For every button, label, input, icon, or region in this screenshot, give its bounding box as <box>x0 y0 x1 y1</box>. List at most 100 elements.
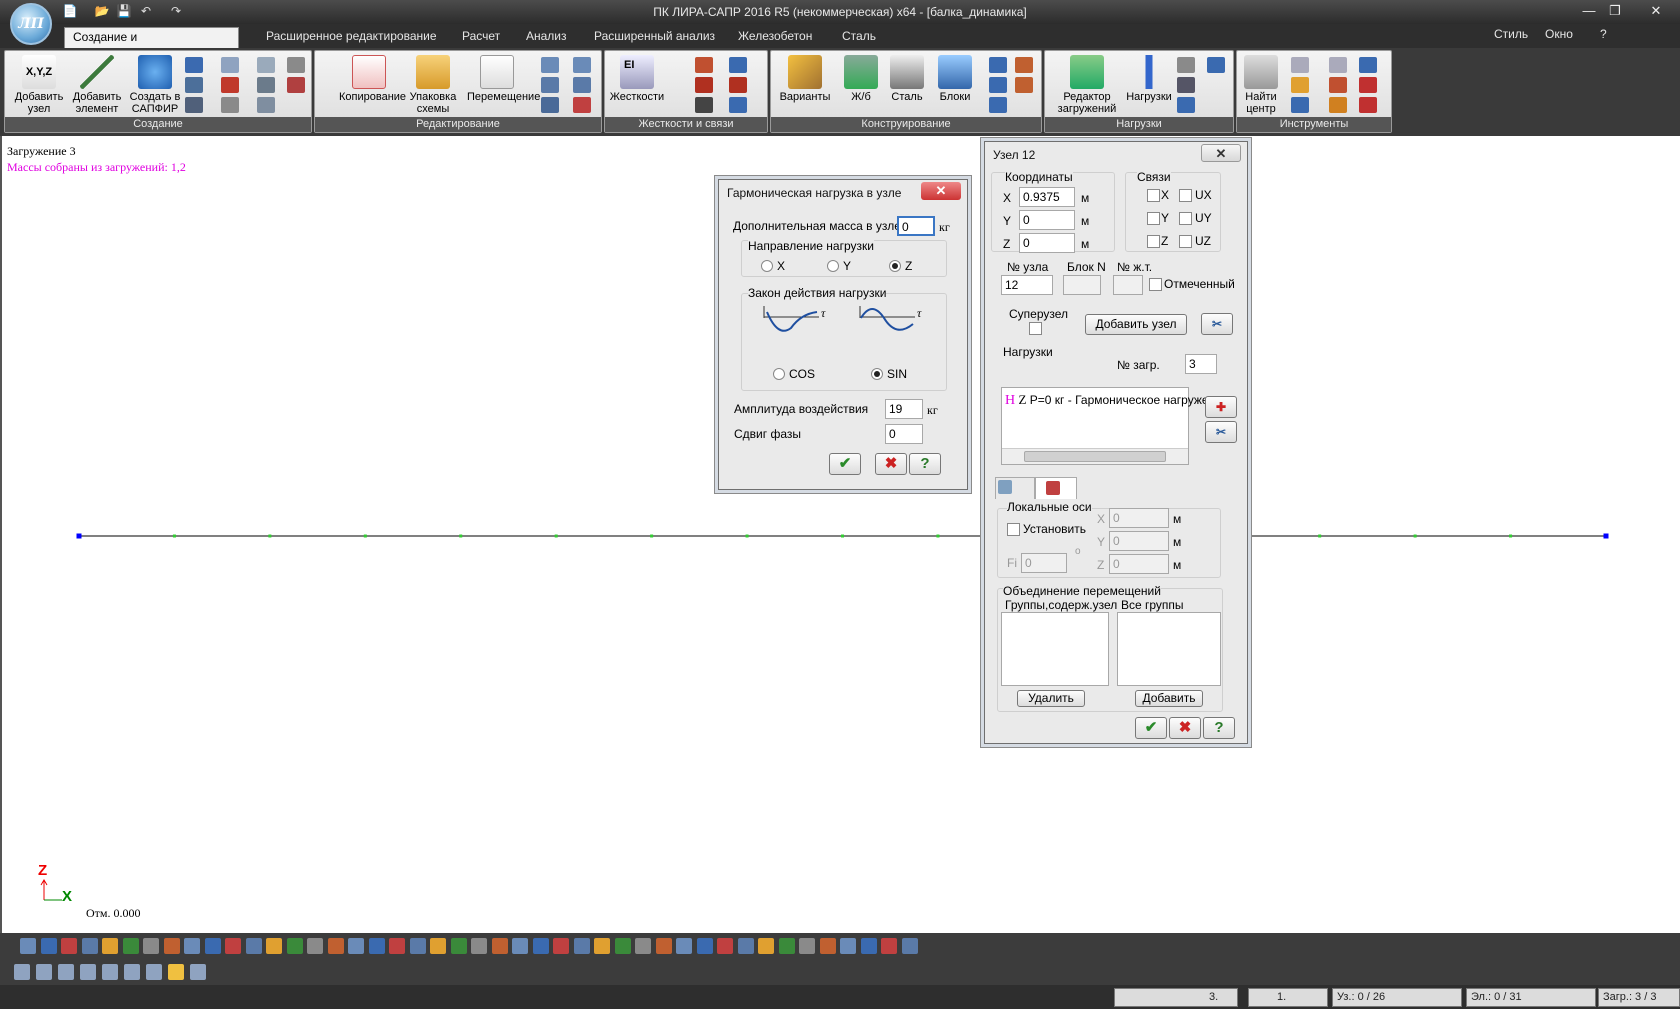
projection-tool-icon[interactable] <box>58 964 74 980</box>
node-marker[interactable] <box>1413 534 1417 538</box>
view-tool-icon[interactable] <box>450 938 467 954</box>
view-tool-icon[interactable] <box>81 938 98 954</box>
view-tool-icon[interactable] <box>819 938 836 954</box>
view-tool-icon[interactable] <box>758 938 774 954</box>
t-icon[interactable] <box>1015 57 1033 73</box>
sum-icon[interactable] <box>1359 57 1377 73</box>
tab-rc[interactable]: Железобетон <box>730 27 820 48</box>
pin-icon[interactable] <box>729 97 747 113</box>
phase-input[interactable]: 0 <box>885 424 923 444</box>
view-tool-icon[interactable] <box>327 938 344 954</box>
link-uz-checkbox[interactable] <box>1179 235 1192 248</box>
node-marker[interactable] <box>650 534 654 538</box>
direction-z-radio[interactable] <box>889 260 901 272</box>
arch-icon[interactable] <box>185 77 203 93</box>
view-tool-icon[interactable] <box>696 938 713 954</box>
add-group-button[interactable]: Добавить <box>1135 690 1203 707</box>
view-tool-icon[interactable] <box>204 938 221 954</box>
view-tool-icon[interactable] <box>163 938 180 954</box>
view-tool-icon[interactable] <box>471 938 487 954</box>
pack-button[interactable]: Упаковка схемы <box>403 53 463 117</box>
table-icon[interactable] <box>1329 77 1347 93</box>
colors-icon[interactable] <box>1359 97 1377 113</box>
node-no-input[interactable]: 12 <box>1001 275 1053 295</box>
view-tool-icon[interactable] <box>512 938 528 954</box>
view-tool-icon[interactable] <box>799 938 815 954</box>
minimize-button[interactable]: — <box>1577 1 1601 21</box>
ring-icon[interactable] <box>729 77 747 93</box>
view-tool-icon[interactable] <box>61 938 77 954</box>
sync-icon[interactable] <box>1291 77 1309 93</box>
load-list-item[interactable]: H Z P=0 кг - Гармоническое нагруже <box>1005 392 1209 409</box>
sin-radio[interactable] <box>871 368 883 380</box>
tab-copy[interactable] <box>1035 477 1077 499</box>
palette-icon[interactable] <box>1329 97 1347 113</box>
view-tool-icon[interactable] <box>717 938 733 954</box>
delete-group-button[interactable]: Удалить <box>1017 690 1085 707</box>
load-tools-icon[interactable] <box>1177 97 1195 113</box>
view-tool-icon[interactable] <box>901 938 918 954</box>
surface-icon[interactable] <box>257 57 275 73</box>
copy-button[interactable]: Копирование <box>339 53 406 117</box>
projection-tool-icon[interactable] <box>168 964 184 980</box>
scissors-icon[interactable] <box>541 57 559 73</box>
add-node-button[interactable]: Добавить узел <box>1085 314 1187 335</box>
dashes-icon[interactable] <box>257 97 275 113</box>
tab-node-load[interactable] <box>995 477 1035 499</box>
harmonic-close-button[interactable]: ✕ <box>921 182 961 200</box>
view-tool-icon[interactable] <box>778 938 795 954</box>
connect-icon[interactable] <box>989 57 1007 73</box>
node-marker[interactable] <box>936 534 940 538</box>
view-tool-icon[interactable] <box>307 938 323 954</box>
view-tool-icon[interactable] <box>840 938 856 954</box>
node-marker[interactable] <box>363 534 367 538</box>
tab-analysis[interactable]: Анализ <box>518 27 575 48</box>
view-tool-icon[interactable] <box>409 938 426 954</box>
node-marker[interactable] <box>554 534 558 538</box>
all-groups-list[interactable] <box>1117 612 1221 686</box>
projection-tool-icon[interactable] <box>14 964 30 980</box>
harmonic-ok-button[interactable]: ✔ <box>829 453 861 475</box>
hinge-icon[interactable] <box>695 57 713 73</box>
link-ux-checkbox[interactable] <box>1179 189 1192 202</box>
x-coordinate-input[interactable]: 0.9375 <box>1019 187 1075 207</box>
load-case-combo[interactable]: 3. <box>1114 988 1238 1007</box>
tab-create-edit[interactable]: Создание и редактирование <box>64 27 239 63</box>
add-load-button[interactable]: ✚ <box>1205 396 1237 418</box>
node-help-button[interactable]: ? <box>1203 717 1235 739</box>
view-tool-icon[interactable] <box>881 938 897 954</box>
marked-checkbox[interactable] <box>1149 278 1162 291</box>
support-icon[interactable] <box>695 97 713 113</box>
help-menu[interactable]: ? <box>1600 27 1607 41</box>
view-tool-icon[interactable] <box>389 938 405 954</box>
node-tool-button[interactable]: ✂ <box>1201 313 1233 335</box>
view-tool-icon[interactable] <box>860 938 877 954</box>
projection-tool-icon[interactable] <box>124 964 140 980</box>
node-close-button[interactable]: ✕ <box>1201 144 1241 162</box>
variants-button[interactable]: Варианты <box>775 53 835 117</box>
tab-advanced-analysis[interactable]: Расширенный анализ <box>586 27 723 48</box>
view-tool-icon[interactable] <box>737 938 754 954</box>
link-uy-checkbox[interactable] <box>1179 212 1192 225</box>
undo-icon[interactable]: ↶ <box>138 3 154 19</box>
scrollbar-thumb[interactable] <box>1024 451 1166 462</box>
node-marker[interactable] <box>76 533 82 539</box>
node-marker[interactable] <box>268 534 272 538</box>
numbers-icon[interactable] <box>1329 57 1347 73</box>
harmonic-cancel-button[interactable]: ✖ <box>875 453 907 475</box>
save-icon[interactable]: 💾 <box>116 3 132 19</box>
tab-calculation[interactable]: Расчет <box>454 27 508 48</box>
link-y-checkbox[interactable] <box>1147 212 1160 225</box>
view-tool-icon[interactable] <box>676 938 692 954</box>
y-coordinate-input[interactable]: 0 <box>1019 210 1075 230</box>
add-element-button[interactable]: Добавить элемент <box>67 53 127 117</box>
magnifier-icon[interactable] <box>1291 97 1309 113</box>
style-menu[interactable]: Стиль <box>1494 27 1528 41</box>
view-tool-icon[interactable] <box>430 938 446 954</box>
zoom-edit-icon[interactable] <box>573 77 591 93</box>
view-tool-icon[interactable] <box>184 938 200 954</box>
projection-tool-icon[interactable] <box>102 964 118 980</box>
stiffness-button[interactable]: EI Жесткости <box>607 53 667 117</box>
node-marker[interactable] <box>172 534 176 538</box>
flag-icon[interactable] <box>1359 77 1377 93</box>
